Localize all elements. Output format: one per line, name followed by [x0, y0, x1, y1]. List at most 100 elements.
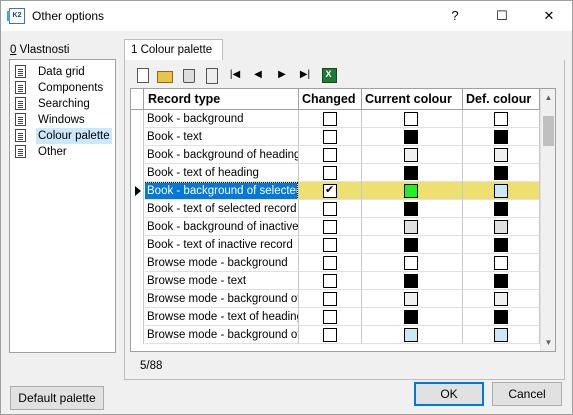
current-colour-swatch[interactable]: [404, 184, 418, 198]
current-colour-swatch[interactable]: [404, 292, 418, 306]
changed-checkbox[interactable]: [323, 183, 337, 198]
excel-export-icon[interactable]: [318, 65, 338, 85]
column-header-record-type[interactable]: Record type: [145, 89, 299, 109]
record-type-cell[interactable]: Browse mode - background of s: [145, 326, 299, 344]
table-row[interactable]: Browse mode - text of heading: [131, 308, 540, 326]
current-colour-cell[interactable]: [362, 182, 463, 200]
category-item-windows[interactable]: Windows: [15, 112, 115, 128]
table-row[interactable]: Book - text of inactive record: [131, 236, 540, 254]
table-row[interactable]: Book - text: [131, 128, 540, 146]
changed-checkbox[interactable]: [323, 112, 337, 126]
column-header-def-colour[interactable]: Def. colour: [463, 89, 540, 109]
current-colour-swatch[interactable]: [404, 274, 418, 288]
changed-checkbox[interactable]: [323, 274, 337, 288]
table-row[interactable]: Book - background of selected: [131, 182, 540, 200]
table-row[interactable]: Browse mode - background: [131, 254, 540, 272]
column-header-changed[interactable]: Changed: [299, 89, 362, 109]
record-type-cell[interactable]: Book - text: [145, 128, 299, 146]
changed-checkbox[interactable]: [323, 238, 337, 252]
options-category-list[interactable]: Data grid Components Searching Windows Colou…: [9, 59, 116, 353]
default-colour-cell: [463, 146, 540, 164]
table-row[interactable]: Browse mode - background of h: [131, 290, 540, 308]
scroll-down-icon[interactable]: ▼: [541, 334, 555, 351]
current-colour-swatch[interactable]: [404, 112, 418, 126]
current-colour-swatch[interactable]: [404, 130, 418, 144]
current-colour-cell[interactable]: [362, 218, 463, 236]
changed-checkbox[interactable]: [323, 328, 337, 342]
default-palette-button[interactable]: Default palette: [10, 386, 104, 410]
last-record-icon[interactable]: ▶|: [295, 65, 315, 85]
table-row[interactable]: Book - text of heading: [131, 164, 540, 182]
table-row[interactable]: Book - background of heading: [131, 146, 540, 164]
close-button[interactable]: ✕: [526, 1, 572, 31]
current-colour-swatch[interactable]: [404, 256, 418, 270]
current-colour-cell[interactable]: [362, 326, 463, 344]
ok-button[interactable]: OK: [414, 382, 484, 406]
record-type-cell[interactable]: Book - background of heading: [145, 146, 299, 164]
column-header-current-colour[interactable]: Current colour: [362, 89, 463, 109]
scroll-up-icon[interactable]: ▲: [541, 89, 555, 106]
current-colour-cell[interactable]: [362, 254, 463, 272]
current-colour-cell[interactable]: [362, 146, 463, 164]
previous-record-icon[interactable]: ◀: [248, 65, 268, 85]
changed-checkbox[interactable]: [323, 148, 337, 162]
delete-icon[interactable]: [178, 65, 198, 85]
table-row[interactable]: Book - background: [131, 110, 540, 128]
calculator-icon[interactable]: [201, 65, 221, 85]
current-colour-cell[interactable]: [362, 200, 463, 218]
first-record-icon[interactable]: |◀: [225, 65, 245, 85]
changed-checkbox[interactable]: [323, 292, 337, 306]
current-colour-cell[interactable]: [362, 128, 463, 146]
record-type-cell[interactable]: Browse mode - background of h: [145, 290, 299, 308]
maximize-button[interactable]: ☐: [479, 1, 525, 31]
vertical-scrollbar[interactable]: ▲ ▼: [540, 89, 555, 351]
cancel-button[interactable]: Cancel: [492, 382, 562, 406]
colour-palette-grid[interactable]: Record type Changed Current colour Def. …: [130, 88, 556, 352]
table-row[interactable]: Browse mode - background of s: [131, 326, 540, 344]
category-item-components[interactable]: Components: [15, 80, 115, 96]
current-colour-swatch[interactable]: [404, 328, 418, 342]
table-row[interactable]: Book - background of inactive re: [131, 218, 540, 236]
current-colour-cell[interactable]: [362, 308, 463, 326]
category-item-data-grid[interactable]: Data grid: [15, 64, 115, 80]
current-colour-cell[interactable]: [362, 290, 463, 308]
category-item-searching[interactable]: Searching: [15, 96, 115, 112]
record-type-cell[interactable]: Book - text of selected record: [145, 200, 299, 218]
current-colour-swatch[interactable]: [404, 238, 418, 252]
next-record-icon[interactable]: ▶: [272, 65, 292, 85]
row-indicator: [131, 200, 144, 218]
default-colour-swatch: [494, 310, 508, 324]
current-colour-swatch[interactable]: [404, 310, 418, 324]
record-type-cell[interactable]: Book - text of inactive record: [145, 236, 299, 254]
record-type-cell[interactable]: Browse mode - text of heading: [145, 308, 299, 326]
current-colour-cell[interactable]: [362, 272, 463, 290]
record-type-cell[interactable]: Book - background of selected: [145, 182, 299, 200]
record-type-cell[interactable]: Book - background: [145, 110, 299, 128]
changed-checkbox[interactable]: [323, 130, 337, 144]
current-colour-cell[interactable]: [362, 110, 463, 128]
category-item-colour-palette[interactable]: Colour palette: [15, 128, 115, 144]
help-button[interactable]: ?: [432, 1, 478, 31]
table-row[interactable]: Book - text of selected record: [131, 200, 540, 218]
current-colour-swatch[interactable]: [404, 220, 418, 234]
scroll-thumb[interactable]: [543, 116, 554, 146]
current-colour-swatch[interactable]: [404, 202, 418, 216]
open-folder-icon[interactable]: [154, 65, 174, 85]
changed-checkbox[interactable]: [323, 310, 337, 324]
record-type-cell[interactable]: Book - background of inactive re: [145, 218, 299, 236]
new-icon[interactable]: [132, 65, 152, 85]
record-type-cell[interactable]: Browse mode - text: [145, 272, 299, 290]
category-item-other[interactable]: Other: [15, 144, 115, 160]
changed-checkbox[interactable]: [323, 202, 337, 216]
changed-checkbox[interactable]: [323, 220, 337, 234]
current-colour-swatch[interactable]: [404, 166, 418, 180]
table-row[interactable]: Browse mode - text: [131, 272, 540, 290]
current-colour-cell[interactable]: [362, 236, 463, 254]
tab-colour-palette[interactable]: 1 Colour palette: [124, 39, 223, 61]
record-type-cell[interactable]: Book - text of heading: [145, 164, 299, 182]
current-colour-swatch[interactable]: [404, 148, 418, 162]
changed-checkbox[interactable]: [323, 166, 337, 180]
changed-checkbox[interactable]: [323, 256, 337, 270]
record-type-cell[interactable]: Browse mode - background: [145, 254, 299, 272]
current-colour-cell[interactable]: [362, 164, 463, 182]
